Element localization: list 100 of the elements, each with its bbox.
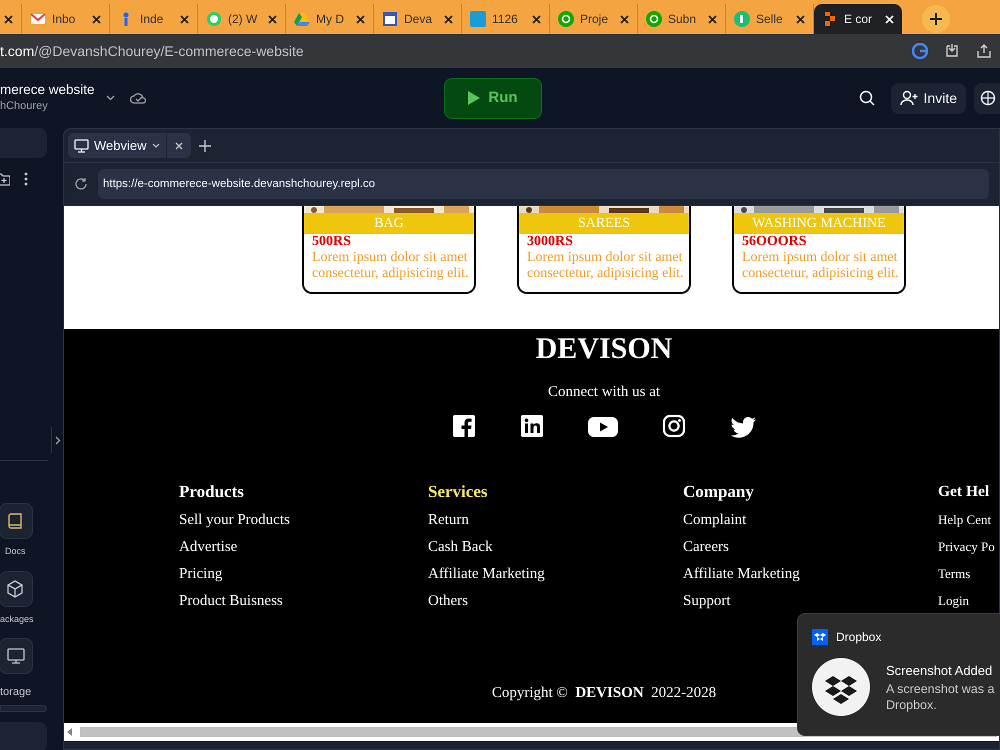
monitor-icon [74, 138, 89, 152]
browser-tab[interactable]: E cor [814, 4, 902, 34]
scroll-left-icon[interactable] [66, 727, 74, 737]
close-icon[interactable] [4, 14, 13, 24]
close-icon[interactable] [444, 14, 453, 24]
dropbox-logo [812, 658, 870, 716]
invite-button[interactable]: Invite [890, 82, 966, 114]
storage-track [0, 704, 47, 712]
chevron-right-icon [54, 436, 60, 444]
column-heading: Get Hel [938, 482, 990, 502]
footer-link[interactable]: Privacy Po [938, 538, 995, 556]
run-button[interactable]: Run [444, 78, 542, 118]
notification-text: Dropbox. [886, 696, 938, 713]
webview-tab[interactable]: Webview [68, 133, 166, 158]
close-icon[interactable] [796, 14, 805, 24]
footer-tagline: Connect with us at [548, 383, 660, 402]
docs-button[interactable] [0, 503, 33, 539]
close-icon[interactable] [708, 14, 717, 24]
calendar-icon [382, 11, 398, 27]
product-description: Lorem ipsum dolor sit amet consectetur, adipisicing elit. [526, 250, 685, 282]
close-tab-button[interactable] [166, 133, 191, 158]
cloud-check-icon[interactable] [130, 91, 146, 105]
envelope-icon [30, 11, 46, 27]
packages-button[interactable] [0, 570, 33, 606]
product-title: BAG [304, 213, 474, 234]
plus-icon [198, 140, 211, 152]
footer-brand: DEVISON [536, 331, 672, 367]
chevron-down-icon [152, 143, 160, 148]
square-icon [470, 11, 486, 27]
tool-label: torage [0, 685, 32, 700]
app-name: Dropbox [836, 629, 882, 646]
product-description: Lorem ipsum dolor sit amet consectetur, adipisicing elit. [311, 250, 470, 282]
camera-icon[interactable] [662, 414, 686, 438]
footer-link[interactable]: Careers [683, 538, 729, 556]
product-price: 500RS [311, 234, 352, 250]
chat-icon [206, 11, 222, 27]
footer-link[interactable]: Sell your Products [179, 510, 290, 528]
footer-link[interactable]: Affiliate Marketing [683, 564, 800, 582]
close-icon [174, 142, 183, 150]
close-icon[interactable] [268, 14, 277, 24]
plus-icon [930, 13, 942, 25]
product-title: SAREES [519, 213, 689, 234]
project-name[interactable]: merece website [0, 82, 98, 98]
search-icon[interactable] [858, 90, 875, 106]
url-field[interactable]: https://e-commerece-website.devanshchourey.repl.co [98, 169, 989, 199]
triangle-icon [294, 11, 310, 27]
product-title: WASHING MACHINE [734, 213, 904, 234]
cube-icon [7, 580, 25, 598]
circle-icon [558, 11, 574, 27]
facebook-icon[interactable] [452, 414, 476, 438]
column-heading: Products [179, 482, 244, 502]
footer-link[interactable]: Pricing [179, 564, 222, 582]
product-price: 56OOORS [741, 234, 808, 250]
reload-icon [74, 177, 88, 191]
download-icon[interactable] [944, 43, 960, 59]
add-tab-button[interactable] [198, 140, 211, 152]
footer-link[interactable]: Others [428, 592, 468, 610]
close-icon[interactable] [620, 14, 629, 24]
linkedin-icon[interactable] [520, 414, 544, 438]
footer-link[interactable]: Terms [938, 564, 970, 582]
tool-label: Docs [5, 545, 27, 558]
footer-link[interactable]: Complaint [683, 510, 746, 528]
product-description: Lorem ipsum dolor sit amet consectetur, adipisicing elit. [741, 250, 900, 282]
footer-link[interactable]: Affiliate Marketing [428, 564, 545, 582]
footer-link[interactable]: Product Buisness [179, 592, 283, 610]
more-options-icon[interactable] [24, 172, 28, 186]
product-price: 3000RS [526, 234, 574, 250]
footer-link[interactable]: Return [428, 510, 469, 528]
google-icon[interactable] [912, 43, 928, 59]
circle-icon [646, 11, 662, 27]
play-icon [468, 91, 480, 105]
footer-link[interactable]: Advertise [179, 538, 238, 556]
chevron-down-icon[interactable] [106, 95, 115, 101]
footer-link[interactable]: Help Cent [938, 510, 992, 528]
globe-icon [980, 90, 996, 106]
storage-button[interactable] [0, 638, 33, 674]
notification-title: Screenshot Added [886, 662, 994, 680]
column-heading: Services [428, 482, 488, 502]
column-heading: Company [683, 482, 754, 502]
share-icon[interactable] [976, 43, 992, 59]
add-user-icon [900, 90, 918, 106]
dropbox-icon [812, 629, 828, 645]
notification-text: A screenshot was a [886, 680, 994, 697]
globe-button[interactable] [974, 82, 1000, 114]
close-icon[interactable] [92, 14, 101, 24]
footer-link[interactable]: Cash Back [428, 538, 493, 556]
replit-icon [822, 11, 838, 27]
tool-label: ackages [0, 612, 35, 626]
copyright-text: Copyright © DEVISON 2022-2028 [492, 684, 716, 702]
reload-button[interactable] [74, 177, 88, 191]
footer-link[interactable]: Login [938, 592, 970, 610]
footer-link[interactable]: Support [683, 592, 731, 610]
project-owner: hChourey [0, 98, 49, 114]
leaf-icon [734, 11, 750, 27]
monitor-icon [7, 647, 25, 665]
close-icon[interactable] [356, 14, 365, 24]
new-tab-button[interactable] [922, 5, 950, 33]
close-icon[interactable] [532, 14, 541, 24]
close-icon[interactable] [180, 14, 189, 24]
add-folder-icon[interactable] [0, 172, 10, 186]
